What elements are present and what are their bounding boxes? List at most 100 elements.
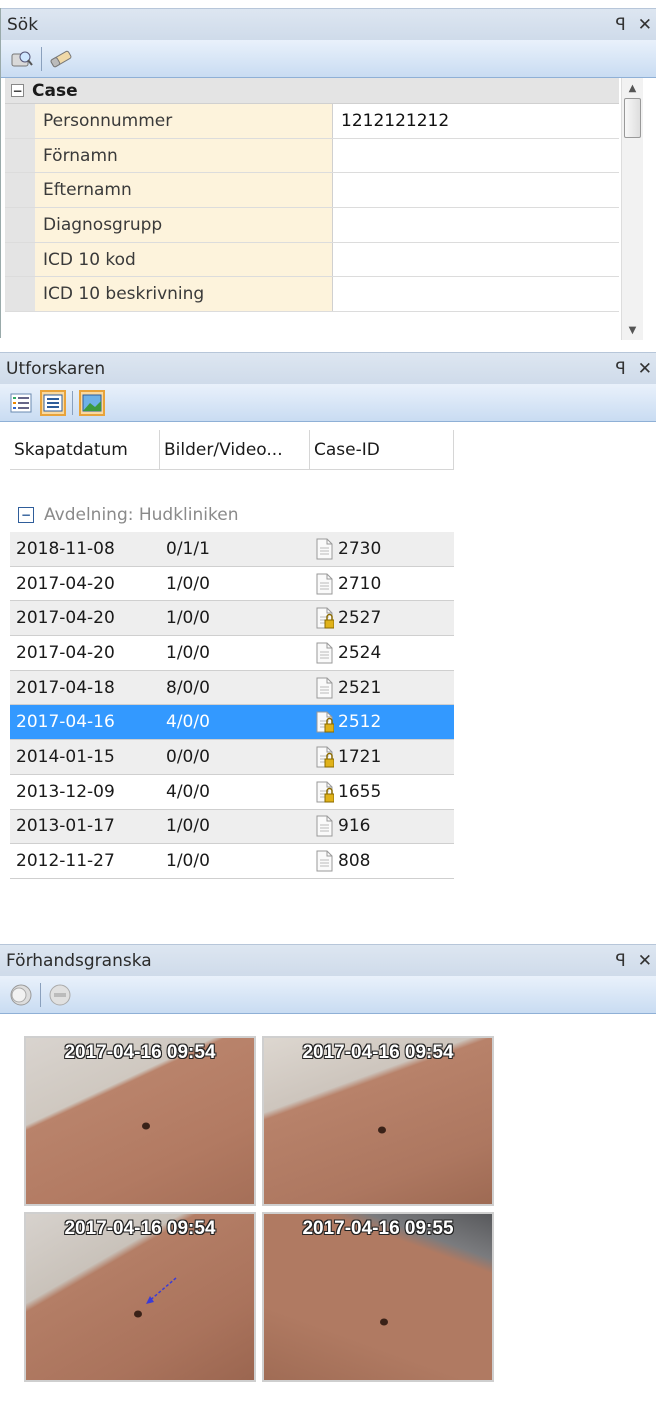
cell-created-date: 2017-04-20 <box>16 608 115 629</box>
preview-thumbnail[interactable]: 2017-04-16 09:55 <box>262 1212 494 1382</box>
preview-thumbnail[interactable]: 2017-04-16 09:54 <box>262 1036 494 1206</box>
explorer-panel-header: Utforskaren ꟼ ✕ <box>0 352 656 384</box>
search-execute-icon[interactable] <box>9 46 35 72</box>
search-toolbar <box>1 40 656 78</box>
scroll-thumb[interactable] <box>624 98 641 138</box>
table-row[interactable]: 2012-11-27 1/0/0 808 <box>10 844 454 879</box>
close-icon[interactable]: ✕ <box>638 951 652 971</box>
property-group-case[interactable]: − Case <box>5 78 619 104</box>
explorer-column-header: Skapatdatum Bilder/Video... Case-ID <box>10 430 454 470</box>
cell-created-date: 2017-04-16 <box>16 712 115 733</box>
locked-document-icon <box>316 711 335 733</box>
property-row[interactable]: Efternamn <box>5 173 619 209</box>
table-row[interactable]: 2014-01-15 0/0/0 1721 <box>10 740 454 775</box>
pin-icon[interactable]: ꟼ <box>615 15 625 35</box>
property-value-input[interactable]: 1212121212 <box>333 104 619 138</box>
table-row[interactable]: 2017-04-16 4/0/0 2512 <box>10 705 454 741</box>
search-panel-header: Sök ꟼ ✕ <box>1 8 656 40</box>
search-property-grid: − Case Personnummer 1212121212 Förnamn E… <box>5 78 619 340</box>
collapse-icon[interactable]: − <box>18 507 34 523</box>
preview-thumbnail[interactable]: 2017-04-16 09:54 <box>24 1036 256 1206</box>
table-row[interactable]: 2018-11-08 0/1/1 2730 <box>10 532 454 567</box>
play-slideshow-icon[interactable] <box>8 982 34 1008</box>
collapse-icon[interactable]: − <box>11 84 24 97</box>
cell-media-count: 1/0/0 <box>166 816 210 837</box>
property-name: ICD 10 kod <box>35 242 333 277</box>
close-icon[interactable]: ✕ <box>638 359 652 379</box>
preview-panel-header: Förhandsgranska ꟼ ✕ <box>0 944 656 976</box>
property-row[interactable]: Personnummer 1212121212 <box>5 104 619 139</box>
table-row[interactable]: 2017-04-20 1/0/0 2527 <box>10 601 454 637</box>
column-header-case-id[interactable]: Case-ID <box>310 430 454 469</box>
cell-created-date: 2017-04-20 <box>16 573 115 594</box>
cell-case-id: 2730 <box>338 538 382 559</box>
property-group-label: Case <box>32 80 78 101</box>
property-grid-scrollbar[interactable]: ▲ ▼ <box>621 78 643 340</box>
search-panel-title: Sök <box>7 14 39 35</box>
eraser-icon[interactable] <box>48 46 74 72</box>
cell-media-count: 1/0/0 <box>166 851 210 872</box>
property-value-input[interactable] <box>333 243 619 277</box>
property-row[interactable]: ICD 10 kod <box>5 242 619 278</box>
table-row[interactable]: 2013-12-09 4/0/0 1655 <box>10 774 454 810</box>
property-value-input[interactable] <box>333 139 619 173</box>
image-view-icon[interactable] <box>79 389 105 416</box>
property-row[interactable]: ICD 10 beskrivning <box>5 277 619 313</box>
explorer-panel: Utforskaren ꟼ ✕ Skapatdatum Bilder/Video… <box>0 352 656 940</box>
list-view-icon[interactable] <box>40 389 66 416</box>
thumbnail-timestamp: 2017-04-16 09:55 <box>302 1218 454 1239</box>
explorer-panel-title: Utforskaren <box>6 358 106 379</box>
cell-case-id: 2512 <box>338 712 382 733</box>
table-row[interactable]: 2013-01-17 1/0/0 916 <box>10 809 454 845</box>
pin-icon[interactable]: ꟼ <box>615 951 625 971</box>
column-header-media[interactable]: Bilder/Video... <box>160 430 310 469</box>
cell-case-id: 2710 <box>338 573 382 594</box>
cell-created-date: 2012-11-27 <box>16 851 115 872</box>
scroll-down-icon[interactable]: ▼ <box>622 320 643 340</box>
table-row[interactable]: 2017-04-20 1/0/0 2710 <box>10 566 454 602</box>
cell-created-date: 2014-01-15 <box>16 746 115 767</box>
property-row[interactable]: Förnamn <box>5 138 619 174</box>
preview-thumbnail[interactable]: 2017-04-16 09:54 <box>24 1212 256 1382</box>
locked-document-icon <box>316 746 335 768</box>
cell-case-id: 2524 <box>338 642 382 663</box>
locked-document-icon <box>316 781 335 803</box>
preview-panel: Förhandsgranska ꟼ ✕ 2017-04-16 09:54 2017… <box>0 944 656 1401</box>
cell-media-count: 1/0/0 <box>166 573 210 594</box>
scroll-up-icon[interactable]: ▲ <box>622 78 643 98</box>
document-icon <box>316 538 334 560</box>
table-row[interactable]: 2017-04-18 8/0/0 2521 <box>10 670 454 706</box>
property-name: Diagnosgrupp <box>35 208 333 242</box>
thumbnail-timestamp: 2017-04-16 09:54 <box>64 1218 216 1239</box>
toolbar-separator <box>41 46 42 71</box>
pin-icon[interactable]: ꟼ <box>615 359 625 379</box>
document-icon <box>316 815 334 837</box>
thumbnail-timestamp: 2017-04-16 09:54 <box>302 1042 454 1063</box>
thumbnail-grid: 2017-04-16 09:54 2017-04-16 09:54 2017-04-… <box>24 1036 494 1382</box>
document-icon <box>316 850 334 872</box>
column-header-created-date[interactable]: Skapatdatum <box>10 430 160 469</box>
cell-case-id: 1655 <box>338 781 382 802</box>
property-name: Förnamn <box>35 138 333 173</box>
cell-created-date: 2013-12-09 <box>16 781 115 802</box>
cell-case-id: 2527 <box>338 608 382 629</box>
property-value-input[interactable] <box>333 208 619 242</box>
table-row[interactable]: 2017-04-20 1/0/0 2524 <box>10 636 454 671</box>
cell-created-date: 2013-01-17 <box>16 816 115 837</box>
cell-case-id: 2521 <box>338 677 382 698</box>
cell-case-id: 1721 <box>338 746 382 767</box>
stop-icon[interactable] <box>47 982 73 1008</box>
department-group[interactable]: − Avdelning: Hudkliniken <box>18 505 238 525</box>
cell-created-date: 2017-04-18 <box>16 677 115 698</box>
cell-media-count: 0/0/0 <box>166 746 210 767</box>
cell-case-id: 808 <box>338 851 371 872</box>
cell-media-count: 1/0/0 <box>166 642 210 663</box>
cell-media-count: 8/0/0 <box>166 677 210 698</box>
property-value-input[interactable] <box>333 173 619 207</box>
property-value-input[interactable] <box>333 277 619 311</box>
property-row[interactable]: Diagnosgrupp <box>5 208 619 243</box>
close-icon[interactable]: ✕ <box>638 15 652 35</box>
property-name: ICD 10 beskrivning <box>35 277 333 312</box>
details-view-icon[interactable] <box>8 390 34 416</box>
search-panel: Sök ꟼ ✕ − Case Personnummer 1212121212 F… <box>0 8 656 340</box>
